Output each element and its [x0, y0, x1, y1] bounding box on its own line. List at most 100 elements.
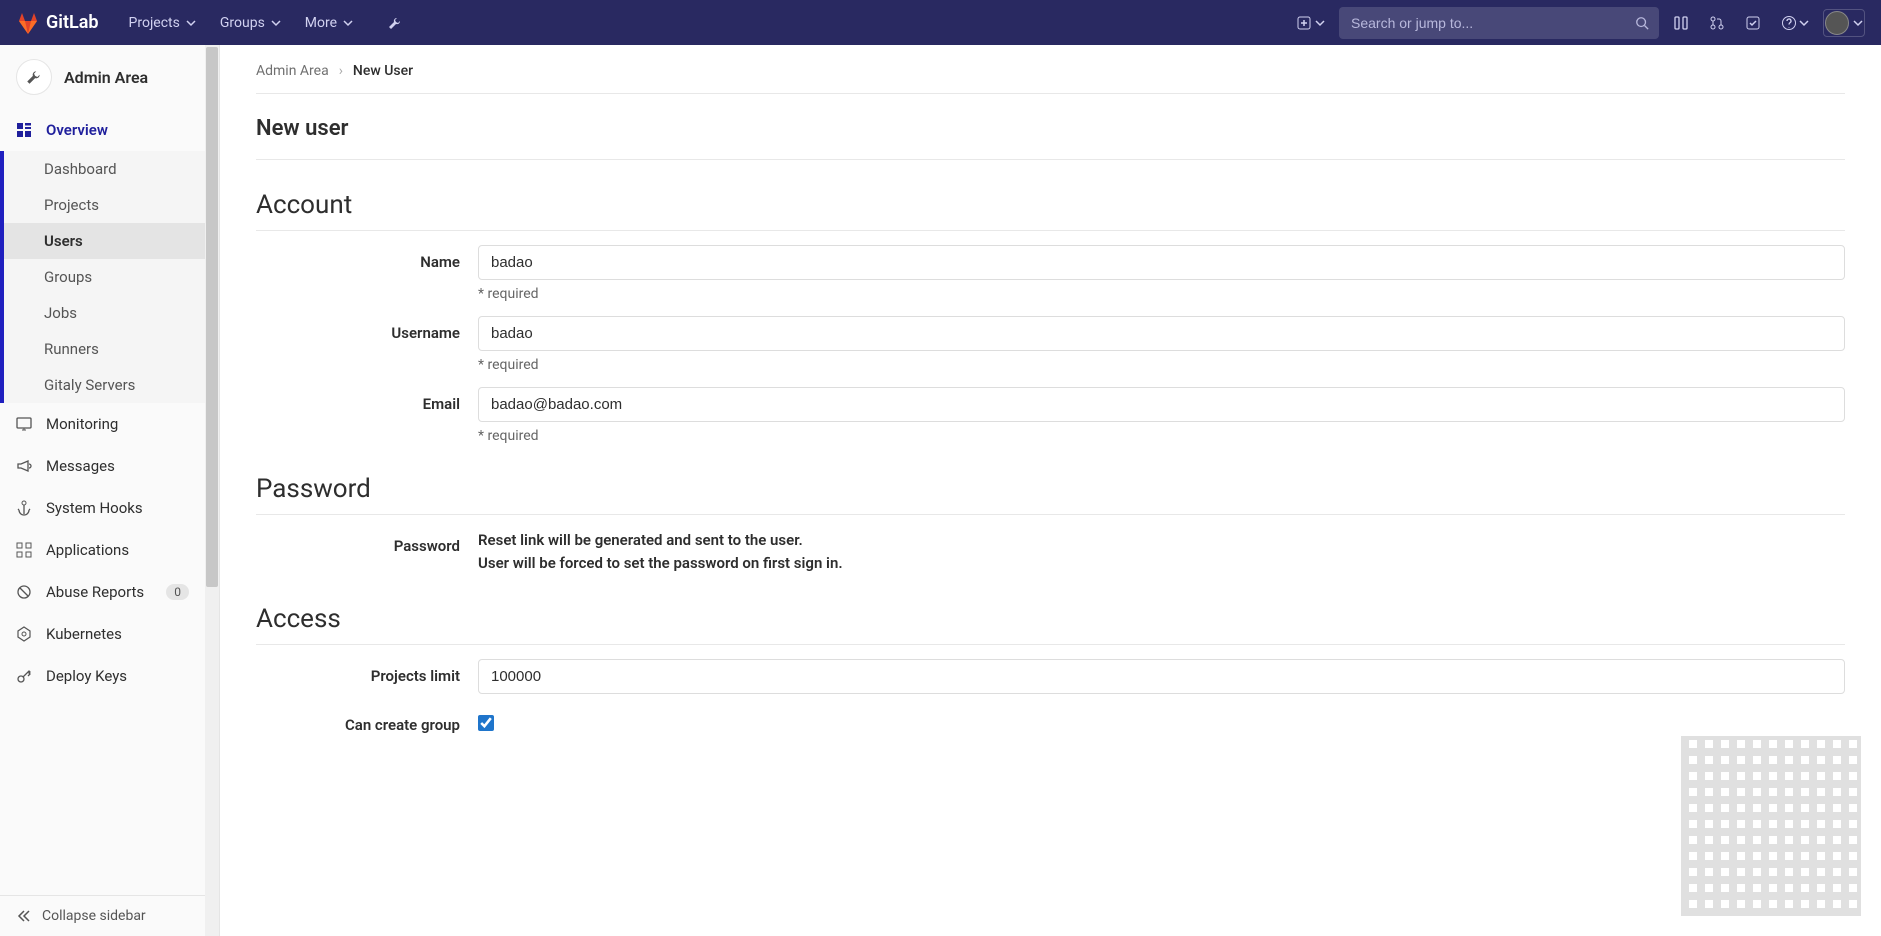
monitor-icon — [16, 416, 32, 432]
abuse-icon — [16, 584, 32, 600]
field-username-row: Username * required — [256, 302, 1845, 373]
collapse-sidebar-button[interactable]: Collapse sidebar — [0, 895, 219, 936]
sidebar-item-system-hooks[interactable]: System Hooks — [0, 487, 205, 529]
chevron-down-icon — [271, 18, 281, 28]
sidebar-label: Messages — [46, 457, 115, 475]
sidebar-item-users[interactable]: Users — [4, 223, 205, 259]
can-create-group-checkbox[interactable] — [478, 715, 494, 731]
nav-projects-label: Projects — [129, 15, 180, 31]
merge-requests-link[interactable] — [1703, 11, 1731, 35]
sidebar-area-title: Admin Area — [64, 68, 148, 87]
name-required-hint: * required — [478, 286, 1845, 302]
field-username-label: Username — [256, 316, 478, 373]
email-input[interactable] — [478, 387, 1845, 422]
help-icon — [1781, 15, 1797, 31]
todo-icon — [1745, 15, 1761, 31]
nav-more-label: More — [305, 15, 337, 31]
sidebar-item-gitaly[interactable]: Gitaly Servers — [4, 367, 205, 403]
nav-groups[interactable]: Groups — [210, 9, 291, 37]
sidebar-label: Kubernetes — [46, 625, 122, 643]
sidebar-item-abuse-reports[interactable]: Abuse Reports 0 — [0, 571, 205, 613]
chevron-down-icon — [186, 18, 196, 28]
new-dropdown[interactable] — [1291, 12, 1331, 34]
sidebar-item-dashboard[interactable]: Dashboard — [4, 151, 205, 187]
field-projects-limit-row: Projects limit — [256, 645, 1845, 694]
gitlab-logo[interactable]: GitLab — [16, 11, 99, 35]
projects-limit-input[interactable] — [478, 659, 1845, 694]
field-can-create-group-label: Can create group — [256, 708, 478, 734]
overview-icon — [16, 122, 32, 138]
wrench-icon — [387, 15, 403, 31]
nav-projects[interactable]: Projects — [119, 9, 206, 37]
sidebar-scrollbar[interactable] — [205, 45, 219, 936]
sidebar: Admin Area Overview Dashboard Projects U… — [0, 45, 220, 936]
user-menu[interactable] — [1823, 9, 1865, 37]
sidebar-item-runners[interactable]: Runners — [4, 331, 205, 367]
todos-link[interactable] — [1739, 11, 1767, 35]
sidebar-overview-label: Overview — [46, 121, 108, 139]
sidebar-item-deploy-keys[interactable]: Deploy Keys — [0, 655, 205, 697]
nav-more[interactable]: More — [295, 9, 363, 37]
chevron-down-icon — [1799, 18, 1809, 28]
section-password-title: Password — [256, 444, 1845, 515]
abuse-reports-badge: 0 — [166, 584, 189, 600]
chevron-right-icon: › — [339, 63, 343, 79]
sidebar-item-projects[interactable]: Projects — [4, 187, 205, 223]
sidebar-item-groups[interactable]: Groups — [4, 259, 205, 295]
username-input[interactable] — [478, 316, 1845, 351]
sidebar-item-jobs[interactable]: Jobs — [4, 295, 205, 331]
field-email-row: Email * required — [256, 373, 1845, 444]
sidebar-overview[interactable]: Overview — [0, 109, 205, 151]
chevron-down-icon — [1315, 18, 1325, 28]
sidebar-item-applications[interactable]: Applications — [0, 529, 205, 571]
search-icon — [1635, 16, 1649, 30]
sidebar-item-monitoring[interactable]: Monitoring — [0, 403, 205, 445]
chevron-down-icon — [1853, 18, 1863, 28]
password-info-line1: Reset link will be generated and sent to… — [478, 529, 1845, 552]
field-name-row: Name * required — [256, 231, 1845, 302]
sidebar-label: Deploy Keys — [46, 667, 127, 685]
search-input[interactable] — [1339, 7, 1659, 39]
scrollbar-thumb[interactable] — [206, 47, 218, 587]
field-projects-limit-label: Projects limit — [256, 659, 478, 694]
sidebar-item-messages[interactable]: Messages — [0, 445, 205, 487]
issues-link[interactable] — [1667, 11, 1695, 35]
sidebar-item-kubernetes[interactable]: Kubernetes — [0, 613, 205, 655]
page-title: New user — [256, 94, 1845, 160]
wrench-icon — [16, 59, 52, 95]
field-password-label: Password — [256, 529, 478, 574]
section-account-title: Account — [256, 160, 1845, 231]
breadcrumb-current: New User — [353, 63, 413, 79]
collapse-label: Collapse sidebar — [42, 908, 146, 924]
password-info-line2: User will be forced to set the password … — [478, 552, 1845, 575]
field-password-row: Password Reset link will be generated an… — [256, 515, 1845, 574]
sidebar-overview-subnav: Dashboard Projects Users Groups Jobs Run… — [0, 151, 205, 403]
email-required-hint: * required — [478, 428, 1845, 444]
sidebar-header[interactable]: Admin Area — [0, 45, 205, 109]
breadcrumb: Admin Area › New User — [256, 63, 1845, 94]
username-required-hint: * required — [478, 357, 1845, 373]
section-access-title: Access — [256, 574, 1845, 645]
admin-wrench-link[interactable] — [377, 9, 413, 37]
issues-icon — [1673, 15, 1689, 31]
header-right — [1291, 7, 1865, 39]
gitlab-icon — [16, 11, 40, 35]
chevron-down-icon — [343, 18, 353, 28]
help-dropdown[interactable] — [1775, 11, 1815, 35]
sidebar-label: Abuse Reports — [46, 583, 144, 601]
sidebar-label: Monitoring — [46, 415, 118, 433]
field-email-label: Email — [256, 387, 478, 444]
key-icon — [16, 668, 32, 684]
breadcrumb-root[interactable]: Admin Area — [256, 63, 329, 79]
field-can-create-group-row: Can create group — [256, 694, 1845, 734]
sidebar-label: Applications — [46, 541, 129, 559]
merge-request-icon — [1709, 15, 1725, 31]
kubernetes-icon — [16, 626, 32, 642]
apps-icon — [16, 542, 32, 558]
bullhorn-icon — [16, 458, 32, 474]
name-input[interactable] — [478, 245, 1845, 280]
brand-name: GitLab — [46, 12, 99, 33]
sidebar-label: System Hooks — [46, 499, 143, 517]
main-content: Admin Area › New User New user Account N… — [220, 45, 1881, 936]
search-container — [1339, 7, 1659, 39]
